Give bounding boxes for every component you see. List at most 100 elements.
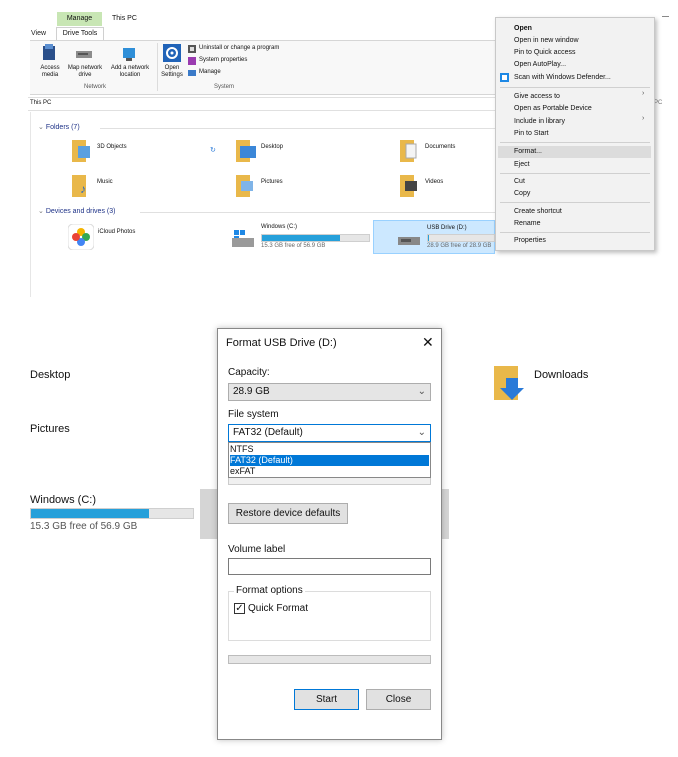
chevron-down-icon: ⌄ (417, 386, 426, 397)
drive-usage-bar (427, 234, 495, 242)
bg-selection-strip-right (441, 489, 449, 539)
menu-item-rename[interactable]: Rename (514, 220, 540, 227)
submenu-arrow-icon: › (642, 90, 645, 97)
start-button[interactable]: Start (294, 689, 359, 710)
menu-item-open-autoplay[interactable]: Open AutoPlay... (514, 61, 566, 68)
file-system-dropdown-list: NTFS FAT32 (Default) exFAT (228, 442, 431, 478)
chevron-down-icon: ⌄ (38, 208, 46, 215)
folders-section-header[interactable]: ⌄ Folders (7) (38, 123, 80, 131)
format-options-label: Format options (234, 585, 305, 596)
folder-music[interactable]: ♪ Music (72, 173, 222, 201)
menu-item-format[interactable]: Format... (514, 148, 542, 155)
map-network-drive-icon (76, 51, 92, 58)
drive-free-space: 15.3 GB free of 56.9 GB (30, 521, 138, 532)
chevron-down-icon: ⌄ (38, 124, 46, 131)
submenu-arrow-icon: › (642, 115, 645, 122)
file-system-select[interactable]: FAT32 (Default) ⌄ (228, 424, 431, 442)
hidden-allocation-select (228, 478, 431, 485)
folder-label: Music (97, 179, 113, 185)
device-icloud-photos[interactable]: iCloud Photos (68, 224, 218, 254)
folder-icon (400, 140, 417, 162)
menu-item-give-access[interactable]: Give access to (514, 93, 560, 100)
sync-icon: ↻ (210, 147, 216, 154)
folder-videos[interactable]: Videos (400, 173, 495, 201)
menu-item-open[interactable]: Open (514, 25, 532, 32)
drive-name: Windows (C:) (261, 224, 298, 230)
add-network-location-button[interactable]: Add a network location (106, 65, 154, 79)
option-fat32[interactable]: FAT32 (Default) (230, 455, 429, 466)
icloud-photos-icon (68, 224, 94, 250)
menu-item-scan-defender[interactable]: Scan with Windows Defender... (514, 74, 611, 81)
folder-label: 3D Objects (97, 144, 127, 150)
add-network-location-icon (123, 48, 135, 61)
menu-item-pin-start[interactable]: Pin to Start (514, 130, 549, 137)
menu-item-open-new-window[interactable]: Open in new window (514, 37, 579, 44)
address-bar[interactable]: This PC (28, 97, 495, 111)
quick-format-checkbox[interactable]: ✓ (234, 603, 245, 614)
folder-documents[interactable]: Documents (400, 138, 495, 166)
downloads-folder-icon (494, 366, 524, 400)
menu-item-create-shortcut[interactable]: Create shortcut (514, 208, 562, 215)
folder-icon (72, 140, 90, 162)
folder-label: Videos (425, 179, 444, 185)
uninstall-icon (188, 45, 196, 53)
option-exfat[interactable]: exFAT (230, 466, 429, 477)
option-ntfs[interactable]: NTFS (230, 444, 429, 455)
file-system-value: FAT32 (Default) (233, 427, 303, 438)
bg-desktop-label: Desktop (30, 369, 71, 381)
manage-button[interactable]: Manage (199, 69, 221, 75)
uninstall-program-button[interactable]: Uninstall or change a program (199, 45, 279, 51)
file-system-label: File system (228, 409, 279, 420)
network-group-label: Network (84, 84, 107, 90)
menu-item-include-library[interactable]: Include in library (514, 118, 565, 125)
menu-item-properties[interactable]: Properties (514, 237, 546, 244)
manage-tab[interactable]: Manage (57, 12, 102, 26)
folder-icon (400, 175, 417, 197)
folder-3d-objects[interactable]: 3D Objects (72, 138, 222, 166)
volume-label-input[interactable] (228, 558, 431, 575)
format-progress-bar (228, 655, 431, 664)
close-icon[interactable]: ✕ (422, 334, 434, 351)
folder-icon (236, 175, 253, 197)
drive-name: USB Drive (D:) (427, 225, 467, 231)
capacity-select[interactable]: 28.9 GB ⌄ (228, 383, 431, 401)
device-label: iCloud Photos (98, 229, 136, 235)
drive-usage-bar (30, 508, 194, 519)
menu-item-portable-device[interactable]: Open as Portable Device (514, 105, 592, 112)
close-button[interactable]: Close (366, 689, 431, 710)
context-menu: Open Open in new window Pin to Quick acc… (495, 17, 655, 251)
folder-pictures[interactable]: Pictures (236, 173, 386, 201)
bg-windows-drive: Windows (C:) 15.3 GB free of 56.9 GB (30, 494, 195, 534)
drive-free-space: 15.3 GB free of 56.9 GB (261, 243, 326, 249)
windows-drive-icon (232, 230, 254, 247)
capacity-value: 28.9 GB (233, 386, 270, 397)
restore-defaults-button[interactable]: Restore device defaults (228, 503, 348, 524)
open-settings-button[interactable]: Open Settings (158, 65, 186, 79)
menu-item-eject[interactable]: Eject (514, 161, 530, 168)
format-options-group (228, 591, 431, 641)
folder-desktop[interactable]: Desktop (236, 138, 386, 166)
menu-item-copy[interactable]: Copy (514, 190, 530, 197)
dialog-title: Format USB Drive (D:) (226, 337, 337, 349)
device-usb-d[interactable]: USB Drive (D:) 28.9 GB free of 28.9 GB (373, 220, 495, 254)
menu-item-pin-quick-access[interactable]: Pin to Quick access (514, 49, 575, 56)
tab-view[interactable]: View (31, 30, 46, 37)
quick-format-label[interactable]: Quick Format (248, 603, 308, 614)
system-properties-button[interactable]: System properties (199, 57, 247, 63)
drive-name: Windows (C:) (30, 494, 97, 506)
chevron-down-icon: ⌄ (417, 427, 426, 438)
address-right: PC (654, 100, 663, 106)
manage-icon (188, 70, 196, 76)
address-text: This PC (30, 100, 52, 106)
map-network-drive-button[interactable]: Map network drive (62, 65, 108, 79)
volume-label-label: Volume label (228, 544, 286, 555)
capacity-label: Capacity: (228, 367, 270, 378)
device-windows-c[interactable]: Windows (C:) 15.3 GB free of 56.9 GB (232, 222, 370, 254)
minimize-dash[interactable] (662, 16, 669, 17)
bg-downloads-label: Downloads (534, 369, 589, 381)
window-title: This PC (112, 15, 137, 22)
menu-item-cut[interactable]: Cut (514, 178, 525, 185)
devices-section-header[interactable]: ⌄ Devices and drives (3) (38, 207, 115, 215)
system-group-label: System (214, 84, 235, 90)
tab-drive-tools[interactable]: Drive Tools (56, 27, 104, 40)
